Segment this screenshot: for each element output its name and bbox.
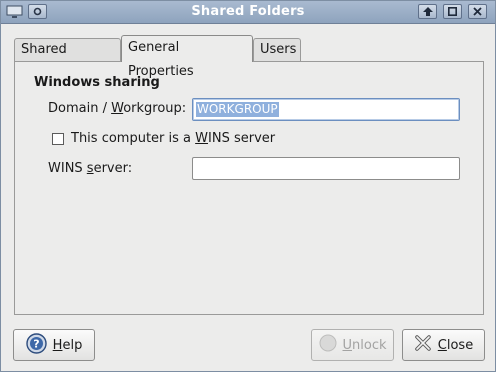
shared-folders-window: Shared Folders Shared Folders General Pr… — [0, 0, 496, 372]
unlock-button-label: Unlock — [342, 337, 387, 353]
wins-server-label: WINS server: — [48, 161, 133, 176]
wins-server-checkbox-label[interactable]: This computer is a WINS server — [71, 131, 275, 146]
close-x-icon — [414, 334, 432, 356]
tab-users[interactable]: Users — [253, 38, 301, 62]
close-button-label: Close — [437, 337, 474, 353]
domain-workgroup-label: Domain / Workgroup: — [48, 101, 187, 116]
help-button[interactable]: ? Help — [13, 329, 95, 361]
domain-workgroup-field[interactable]: WORKGROUP — [192, 98, 460, 121]
arrow-up-icon[interactable] — [418, 4, 437, 19]
unlock-icon — [319, 334, 337, 356]
domain-workgroup-value: WORKGROUP — [196, 102, 279, 117]
close-icon[interactable] — [468, 4, 487, 19]
help-icon: ? — [25, 332, 47, 358]
svg-text:?: ? — [33, 337, 39, 350]
wins-server-checkbox[interactable] — [52, 133, 64, 145]
title-bar[interactable]: Shared Folders — [1, 1, 495, 24]
tab-general-properties[interactable]: General Properties — [121, 35, 253, 79]
maximize-icon[interactable] — [443, 4, 462, 19]
tab-shared-folders[interactable]: Shared Folders — [14, 38, 121, 79]
section-heading: Windows sharing — [34, 75, 160, 90]
close-button[interactable]: Close — [402, 329, 485, 361]
unlock-button[interactable]: Unlock — [311, 329, 394, 361]
help-button-label: Help — [52, 337, 83, 353]
wins-server-field[interactable] — [192, 157, 460, 180]
